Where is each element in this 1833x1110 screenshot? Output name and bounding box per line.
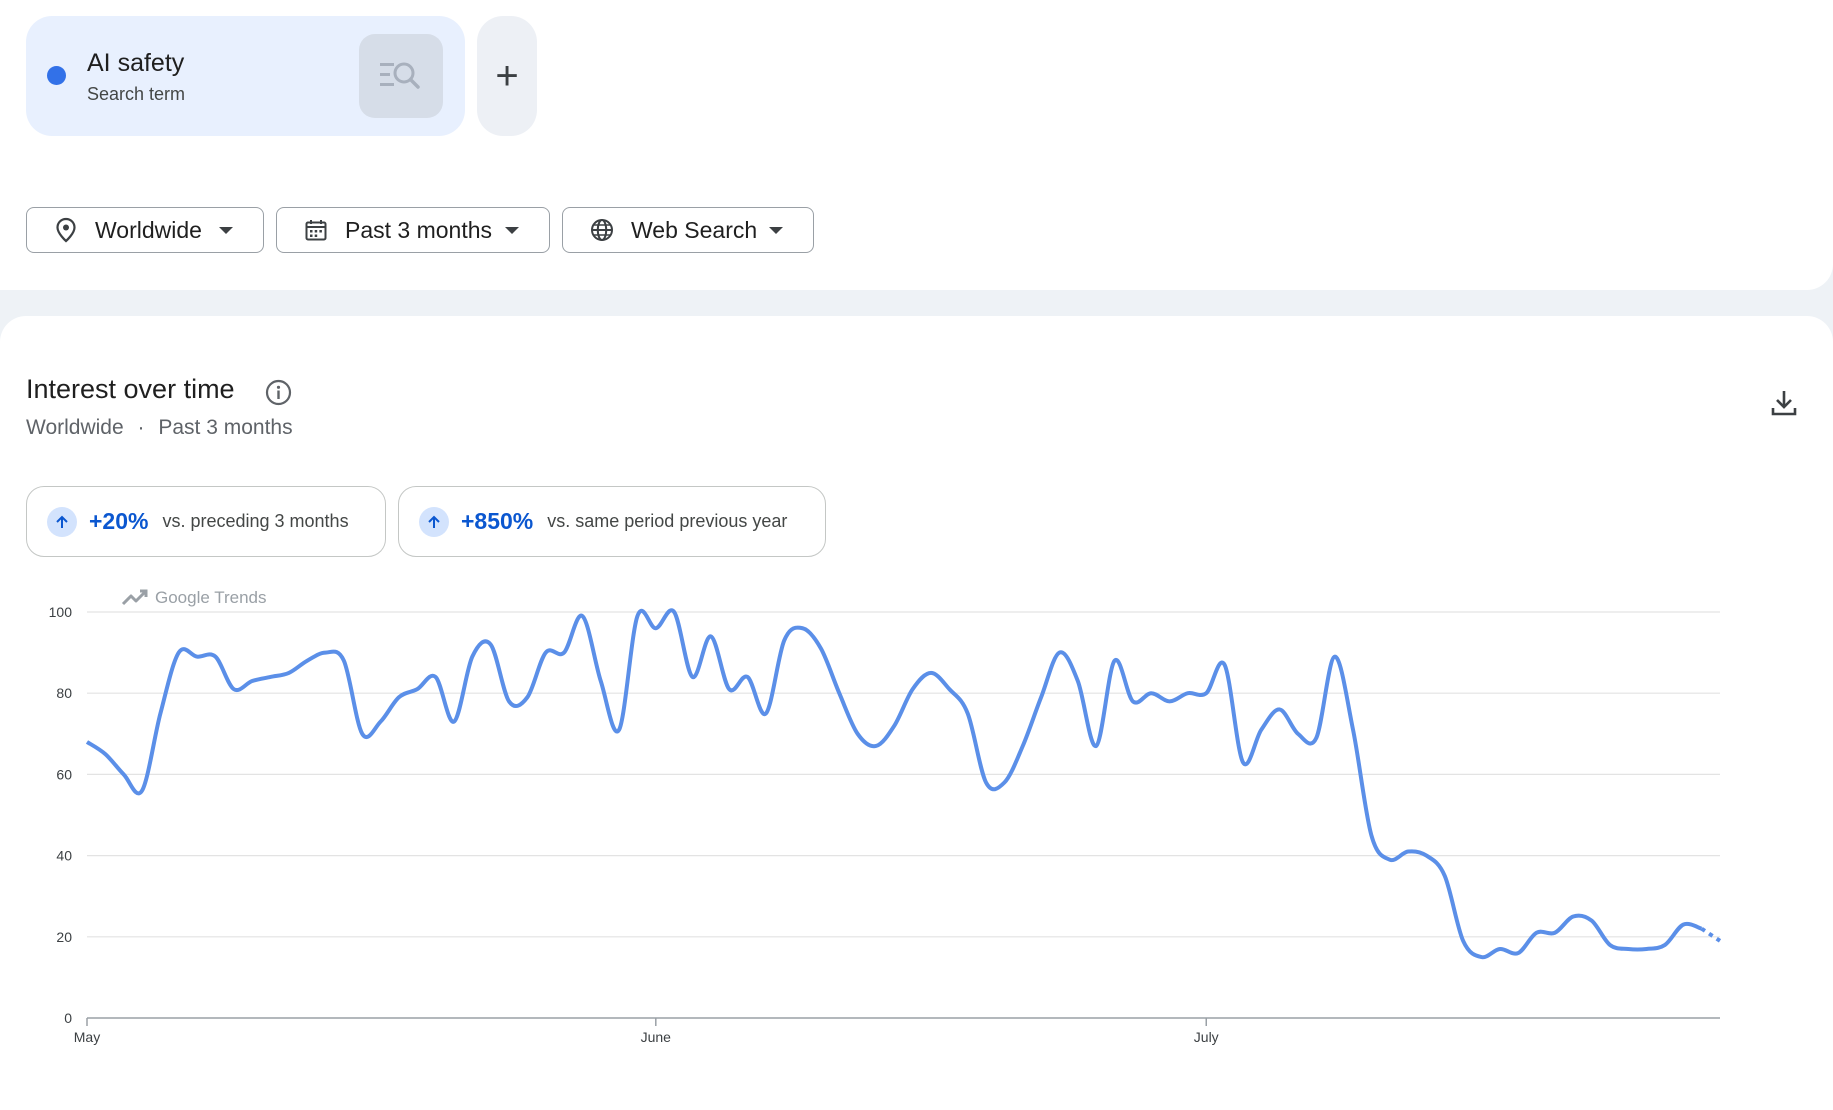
search-list-icon bbox=[380, 62, 420, 89]
section-subtitle: Worldwide · Past 3 months bbox=[26, 416, 293, 440]
y-tick-label: 20 bbox=[56, 929, 72, 945]
property-filter[interactable]: Web Search bbox=[562, 207, 814, 253]
arrow-up-icon bbox=[47, 506, 77, 537]
google-trends-watermark: Google Trends bbox=[120, 584, 285, 610]
search-term-card[interactable]: AI safety Search term bbox=[26, 16, 465, 136]
period-filter[interactable]: Past 3 months bbox=[276, 207, 550, 253]
interest-line[interactable] bbox=[85, 608, 1703, 960]
y-tick-label: 0 bbox=[64, 1010, 72, 1026]
arrow-up-icon bbox=[419, 506, 449, 537]
y-tick-label: 80 bbox=[56, 685, 72, 701]
chevron-down-icon bbox=[219, 227, 233, 234]
chart-axes: 0 20 40 60 80 100 May June July bbox=[49, 604, 1720, 1045]
interest-over-time-panel: Interest over time Worldwide · Past 3 mo… bbox=[0, 316, 1833, 1110]
plus-icon: + bbox=[495, 53, 519, 98]
subtitle-region: Worldwide bbox=[26, 416, 124, 439]
watermark-text: Google Trends bbox=[155, 588, 267, 607]
stat-value: +20% bbox=[89, 508, 149, 534]
search-term-name: AI safety bbox=[87, 49, 185, 77]
info-icon[interactable] bbox=[265, 379, 292, 411]
property-filter-label: Web Search bbox=[631, 216, 758, 243]
stat-value: +850% bbox=[461, 508, 534, 534]
location-pin-icon bbox=[53, 217, 79, 243]
stat-card-preceding[interactable]: +20% vs. preceding 3 months bbox=[26, 486, 386, 557]
region-filter[interactable]: Worldwide bbox=[26, 207, 264, 253]
subtitle-separator: · bbox=[137, 416, 145, 439]
chevron-down-icon bbox=[505, 227, 519, 234]
chart-series bbox=[85, 608, 1722, 960]
interest-chart[interactable]: 0 20 40 60 80 100 May June July Google Trends bbox=[0, 584, 1833, 1099]
chevron-down-icon bbox=[769, 227, 783, 234]
top-panel: AI safety Search term + Worldwide Past 3… bbox=[0, 0, 1833, 290]
stat-label: vs. preceding 3 months bbox=[162, 511, 349, 531]
interest-line-partial[interactable] bbox=[1700, 927, 1722, 943]
explore-term-button[interactable] bbox=[359, 34, 443, 118]
chart-gridlines bbox=[87, 611, 1720, 938]
region-filter-label: Worldwide bbox=[95, 216, 202, 243]
stat-label: vs. same period previous year bbox=[547, 511, 788, 531]
search-term-type: Search term bbox=[87, 84, 186, 104]
y-tick-label: 100 bbox=[49, 604, 73, 620]
globe-icon bbox=[589, 217, 615, 243]
download-icon[interactable] bbox=[1770, 388, 1798, 423]
y-tick-label: 40 bbox=[56, 848, 72, 864]
x-tick-label: May bbox=[74, 1029, 100, 1045]
add-comparison-button[interactable]: + bbox=[477, 16, 537, 136]
calendar-icon bbox=[303, 217, 329, 243]
search-term-color-dot bbox=[47, 66, 66, 85]
y-tick-label: 60 bbox=[56, 766, 72, 782]
interest-chart-svg[interactable]: 0 20 40 60 80 100 May June July Google Trends bbox=[0, 584, 1833, 1094]
x-tick-label: June bbox=[641, 1029, 672, 1045]
period-filter-label: Past 3 months bbox=[345, 216, 493, 243]
x-tick-label: July bbox=[1194, 1029, 1219, 1045]
stat-card-previous-year[interactable]: +850% vs. same period previous year bbox=[398, 486, 826, 557]
subtitle-period: Past 3 months bbox=[158, 416, 293, 439]
section-title: Interest over time bbox=[26, 374, 235, 404]
